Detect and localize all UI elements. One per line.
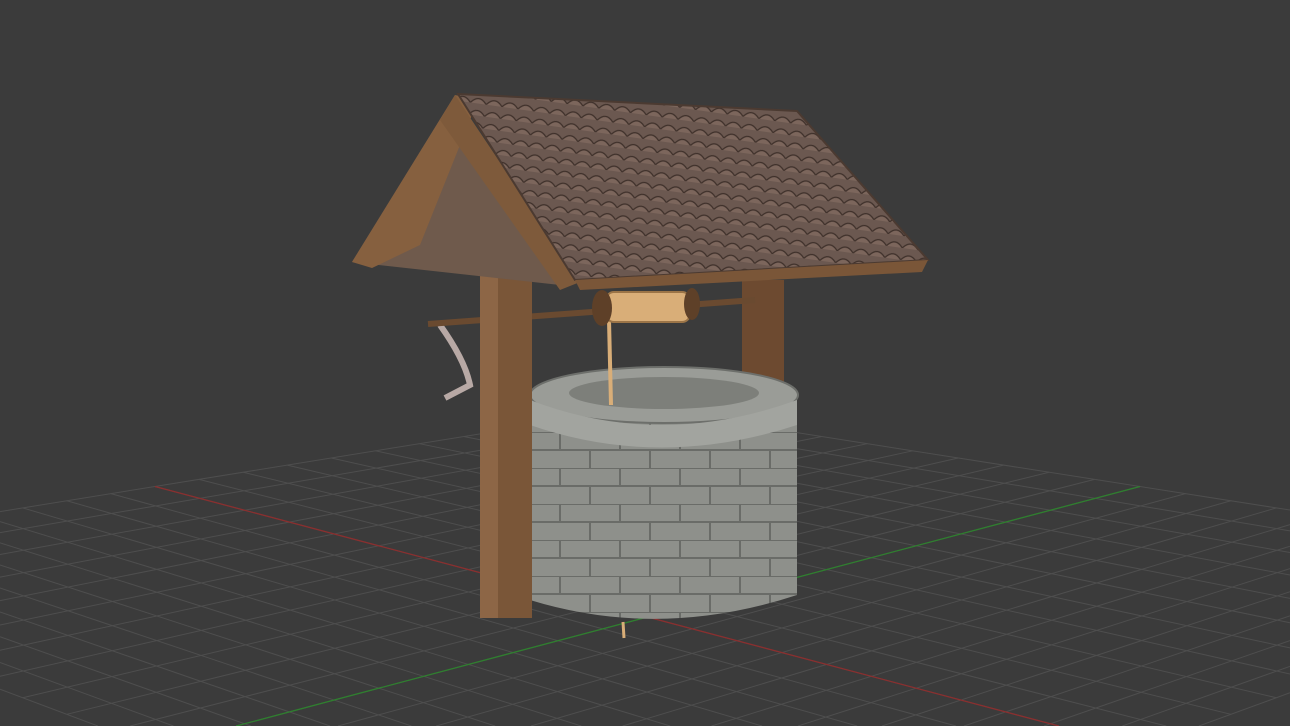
wishing-well-model[interactable] [0,0,1290,726]
crank-handle-icon [437,323,474,401]
3d-viewport[interactable] [0,0,1290,726]
rope-end [621,621,626,639]
rope [607,319,613,406]
rope-spool [605,291,691,323]
spool-end [592,290,612,326]
spool-end [684,288,700,320]
axle [427,297,756,327]
left-post-side [480,220,498,618]
well-opening [569,377,759,409]
